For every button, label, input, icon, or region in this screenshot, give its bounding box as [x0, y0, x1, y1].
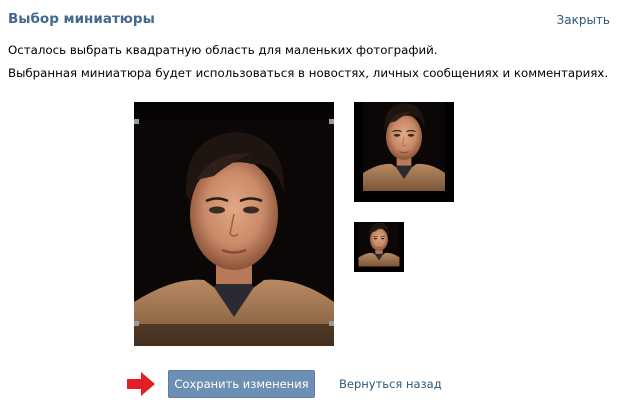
- crop-handle-top-left[interactable]: [134, 119, 139, 124]
- crop-handle-top-right[interactable]: [329, 119, 334, 124]
- portrait-photo: [134, 102, 334, 346]
- save-changes-button[interactable]: Сохранить изменения: [168, 370, 315, 398]
- crop-handle-bottom-right[interactable]: [329, 321, 334, 326]
- red-arrow-icon: [127, 372, 155, 396]
- close-link[interactable]: Закрыть: [557, 13, 610, 27]
- instruction-line-1: Осталось выбрать квадратную область для …: [8, 43, 438, 57]
- thumbnail-preview-large: [354, 102, 454, 202]
- go-back-link[interactable]: Вернуться назад: [339, 377, 442, 391]
- crop-shade-bottom: [134, 324, 334, 346]
- instruction-line-2: Выбранная миниатюра будет использоваться…: [8, 66, 609, 80]
- crop-shade-top: [134, 102, 334, 121]
- crop-handle-bottom-left[interactable]: [134, 321, 139, 326]
- dialog-title: Выбор миниатюры: [8, 11, 155, 27]
- crop-area[interactable]: [134, 102, 334, 346]
- thumbnail-preview-small: [354, 222, 404, 272]
